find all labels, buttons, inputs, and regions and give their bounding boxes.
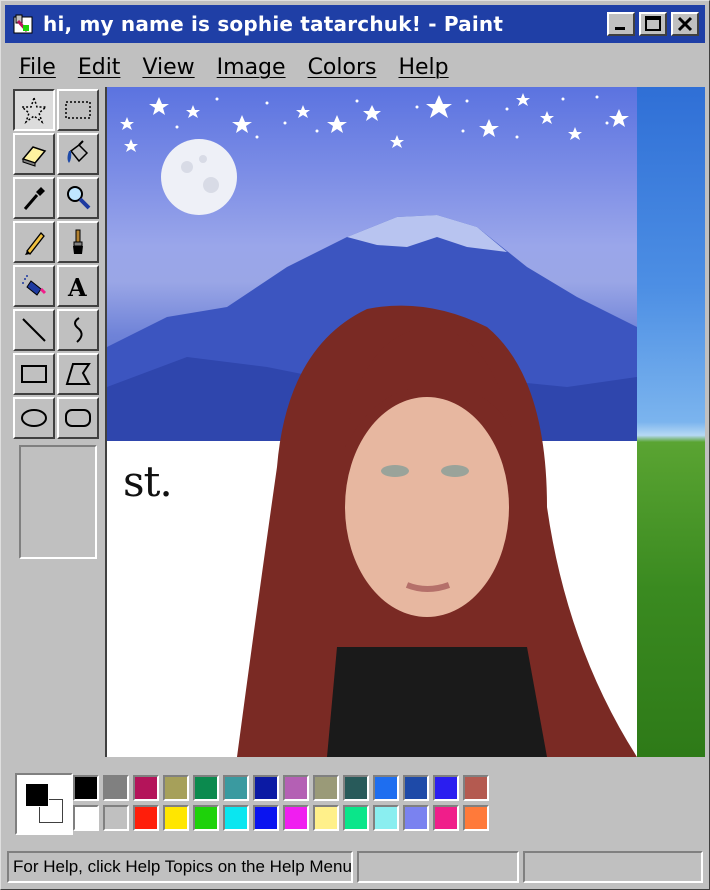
menu-bar: File Edit View Image Colors Help <box>5 49 457 85</box>
svg-text:A: A <box>67 273 87 301</box>
rectangle-icon <box>21 365 47 383</box>
menu-view[interactable]: View <box>142 55 194 80</box>
maximize-button[interactable] <box>639 12 667 36</box>
palette-swatch[interactable] <box>283 775 309 801</box>
star-select-icon <box>19 95 49 125</box>
line-icon <box>22 318 46 342</box>
polygon-icon <box>65 363 91 385</box>
eyedropper-icon <box>23 187 45 210</box>
palette-swatch[interactable] <box>433 805 459 831</box>
palette-swatch[interactable] <box>133 805 159 831</box>
color-box <box>7 761 705 847</box>
palette-swatch[interactable] <box>163 775 189 801</box>
menu-colors[interactable]: Colors <box>308 55 377 80</box>
pencil-tool[interactable] <box>13 221 55 263</box>
line-tool[interactable] <box>13 309 55 351</box>
palette-swatch[interactable] <box>373 805 399 831</box>
status-help-text: For Help, click Help Topics on the Help … <box>7 851 353 883</box>
palette-swatch[interactable] <box>403 775 429 801</box>
paint-app-icon[interactable] <box>11 12 35 36</box>
status-coordinates <box>357 851 519 883</box>
palette-swatch[interactable] <box>463 805 489 831</box>
minimize-icon <box>615 27 625 30</box>
minimize-button[interactable] <box>607 12 635 36</box>
airbrush-tool[interactable] <box>13 265 55 307</box>
title-bar[interactable]: hi, my name is sophie tatarchuk! - Paint <box>5 5 705 43</box>
airbrush-icon <box>22 275 47 296</box>
polygon-tool[interactable] <box>57 353 99 395</box>
palette-swatch[interactable] <box>73 805 99 831</box>
palette-swatch[interactable] <box>73 775 99 801</box>
palette-swatch[interactable] <box>343 805 369 831</box>
ellipse-icon <box>21 409 47 427</box>
palette-swatch[interactable] <box>103 805 129 831</box>
palette-swatch[interactable] <box>193 775 219 801</box>
palette-swatch[interactable] <box>253 775 279 801</box>
palette-swatch[interactable] <box>313 805 339 831</box>
menu-edit[interactable]: Edit <box>78 55 121 80</box>
portrait-graphic <box>237 305 637 757</box>
text-tool[interactable]: A <box>57 265 99 307</box>
palette-swatch[interactable] <box>253 805 279 831</box>
status-bar: For Help, click Help Topics on the Help … <box>5 849 705 885</box>
palette-swatch[interactable] <box>283 805 309 831</box>
palette-swatch[interactable] <box>223 805 249 831</box>
toolbox: A <box>7 87 105 757</box>
close-icon <box>677 16 693 32</box>
ellipse-tool[interactable] <box>13 397 55 439</box>
magnifier-tool[interactable] <box>57 177 99 219</box>
tool-options-box[interactable] <box>19 445 97 559</box>
select-tool[interactable] <box>57 89 99 131</box>
magnifier-icon <box>67 186 91 210</box>
menu-help[interactable]: Help <box>398 55 448 80</box>
palette-swatch[interactable] <box>223 775 249 801</box>
rectangle-tool[interactable] <box>13 353 55 395</box>
brush-icon <box>73 229 83 254</box>
palette-swatch[interactable] <box>193 805 219 831</box>
palette-swatch[interactable] <box>313 775 339 801</box>
palette-swatch[interactable] <box>133 775 159 801</box>
pencil-icon <box>25 232 45 255</box>
palette-swatch[interactable] <box>103 775 129 801</box>
maximize-icon <box>645 16 661 31</box>
brush-tool[interactable] <box>57 221 99 263</box>
rounded-rectangle-tool[interactable] <box>57 397 99 439</box>
close-button[interactable] <box>671 12 699 36</box>
palette-swatch[interactable] <box>433 775 459 801</box>
curve-tool[interactable] <box>57 309 99 351</box>
eraser-icon <box>21 146 47 167</box>
foreground-color-swatch[interactable] <box>25 783 49 807</box>
rect-select-icon <box>65 101 91 119</box>
pick-color-tool[interactable] <box>13 177 55 219</box>
curve-icon <box>74 317 83 343</box>
window-title: hi, my name is sophie tatarchuk! - Paint <box>43 12 504 36</box>
palette-swatch[interactable] <box>403 805 429 831</box>
drawing-canvas[interactable]: st. <box>105 87 705 757</box>
rounded-rectangle-icon <box>65 409 91 427</box>
palette-swatch[interactable] <box>373 775 399 801</box>
palette-swatch[interactable] <box>163 805 189 831</box>
eraser-tool[interactable] <box>13 133 55 175</box>
palette-swatch[interactable] <box>343 775 369 801</box>
free-form-select-tool[interactable] <box>13 89 55 131</box>
current-colors[interactable] <box>15 773 73 835</box>
fill-with-color-tool[interactable] <box>57 133 99 175</box>
paint-window: hi, my name is sophie tatarchuk! - Paint <box>0 0 710 890</box>
status-size <box>523 851 703 883</box>
menu-file[interactable]: File <box>19 55 56 80</box>
paint-bucket-icon <box>67 140 89 163</box>
menu-image[interactable]: Image <box>217 55 286 80</box>
text-a-icon: A <box>67 273 87 301</box>
palette-swatch[interactable] <box>463 775 489 801</box>
